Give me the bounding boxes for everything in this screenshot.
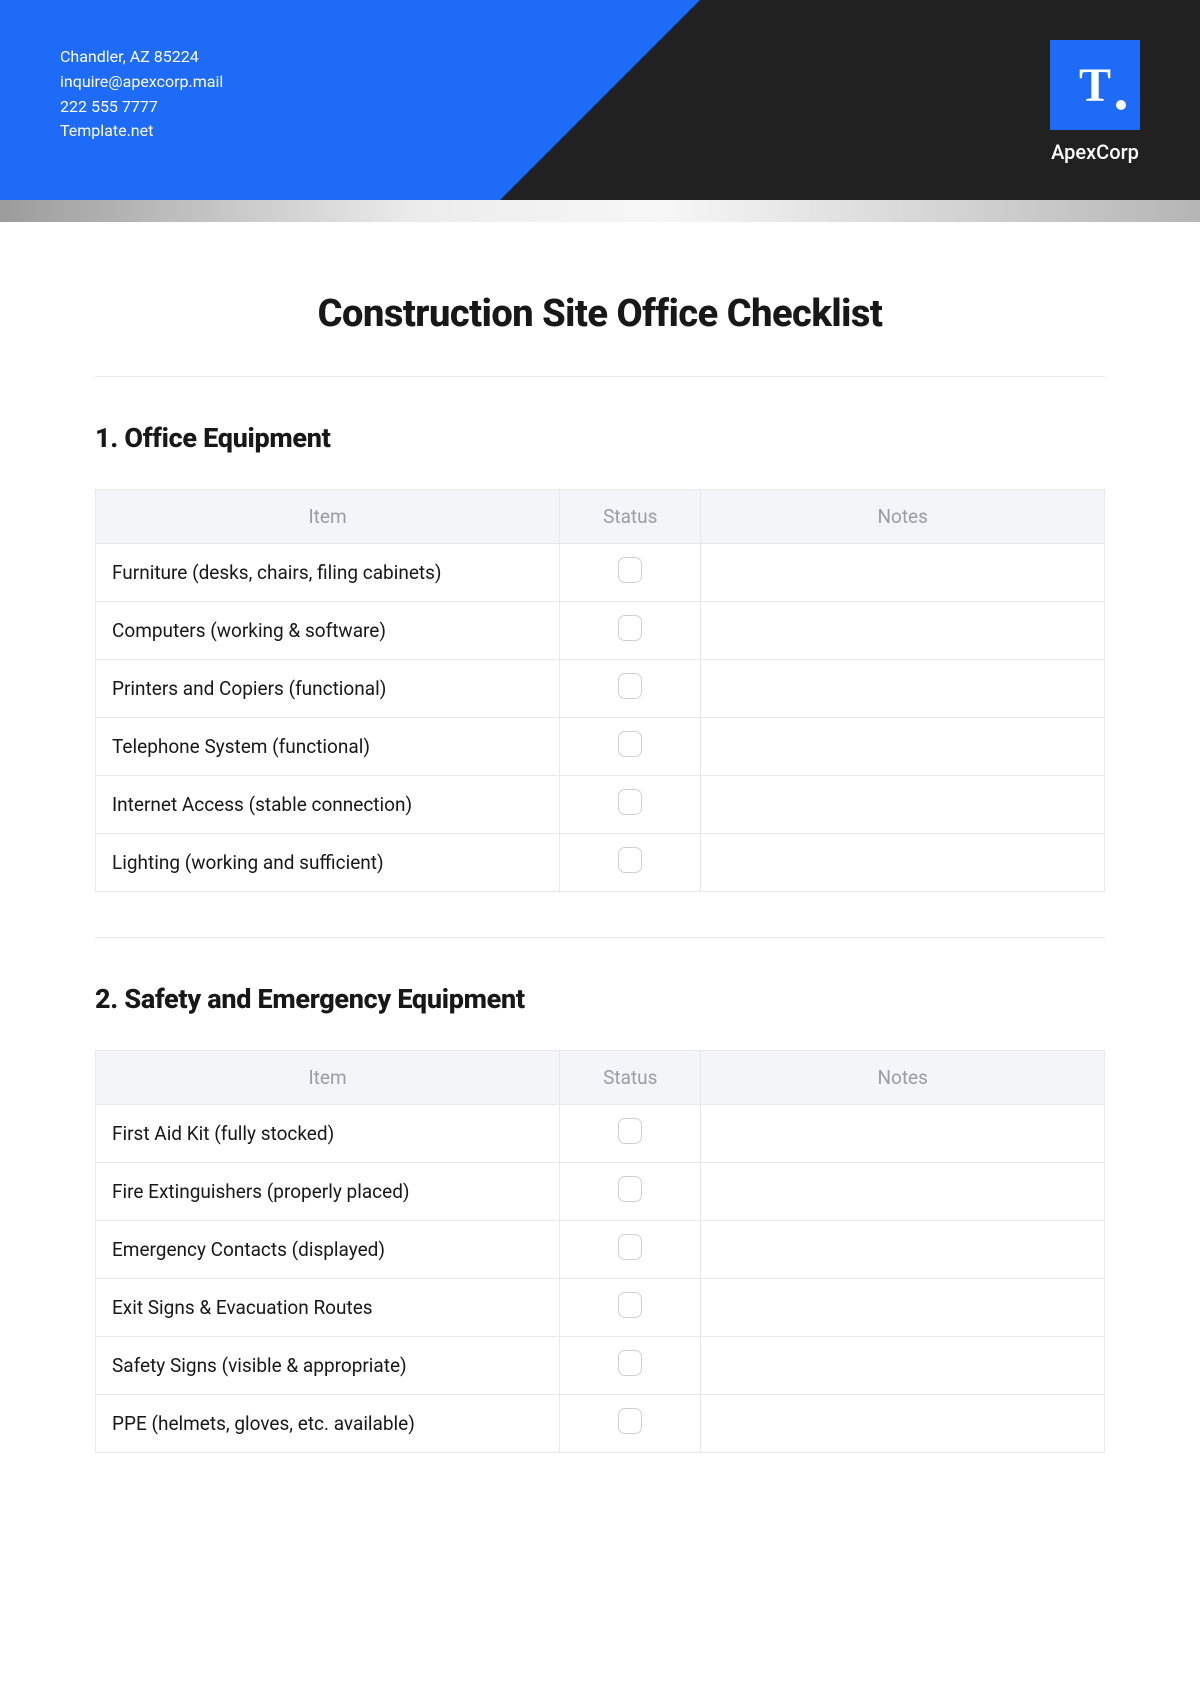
- col-item-header: Item: [96, 490, 560, 544]
- checkbox-icon[interactable]: [618, 731, 642, 757]
- page-title: Construction Site Office Checklist: [95, 292, 1105, 336]
- item-cell: Fire Extinguishers (properly placed): [96, 1163, 560, 1221]
- notes-cell[interactable]: [701, 660, 1105, 718]
- status-cell: [560, 1395, 701, 1453]
- company-name: ApexCorp: [1050, 140, 1140, 164]
- logo-dot-icon: [1116, 100, 1126, 110]
- notes-cell[interactable]: [701, 1279, 1105, 1337]
- item-cell: Furniture (desks, chairs, filing cabinet…: [96, 544, 560, 602]
- status-cell: [560, 1105, 701, 1163]
- checkbox-icon[interactable]: [618, 1176, 642, 1202]
- col-notes-header: Notes: [701, 1051, 1105, 1105]
- logo-block: T ApexCorp: [1050, 40, 1140, 164]
- table-row: Telephone System (functional): [96, 718, 1105, 776]
- item-cell: PPE (helmets, gloves, etc. available): [96, 1395, 560, 1453]
- table-header-row: Item Status Notes: [96, 490, 1105, 544]
- checkbox-icon[interactable]: [618, 1234, 642, 1260]
- status-cell: [560, 776, 701, 834]
- checkbox-icon[interactable]: [618, 615, 642, 641]
- header-address: Chandler, AZ 85224: [60, 45, 223, 70]
- table-row: Printers and Copiers (functional): [96, 660, 1105, 718]
- col-notes-header: Notes: [701, 490, 1105, 544]
- item-cell: Safety Signs (visible & appropriate): [96, 1337, 560, 1395]
- notes-cell[interactable]: [701, 602, 1105, 660]
- status-cell: [560, 544, 701, 602]
- header-banner: Chandler, AZ 85224 inquire@apexcorp.mail…: [0, 0, 1200, 200]
- item-cell: Computers (working & software): [96, 602, 560, 660]
- notes-cell[interactable]: [701, 834, 1105, 892]
- table-row: Emergency Contacts (displayed): [96, 1221, 1105, 1279]
- notes-cell[interactable]: [701, 776, 1105, 834]
- notes-cell[interactable]: [701, 1105, 1105, 1163]
- status-cell: [560, 660, 701, 718]
- table-row: Exit Signs & Evacuation Routes: [96, 1279, 1105, 1337]
- logo-letter: T: [1079, 58, 1111, 113]
- status-cell: [560, 602, 701, 660]
- status-cell: [560, 1163, 701, 1221]
- checkbox-icon[interactable]: [618, 1292, 642, 1318]
- checkbox-icon[interactable]: [618, 557, 642, 583]
- table-row: Internet Access (stable connection): [96, 776, 1105, 834]
- notes-cell[interactable]: [701, 1221, 1105, 1279]
- checkbox-icon[interactable]: [618, 1118, 642, 1144]
- col-status-header: Status: [560, 1051, 701, 1105]
- status-cell: [560, 834, 701, 892]
- title-separator: [95, 376, 1105, 377]
- status-cell: [560, 1337, 701, 1395]
- header-email: inquire@apexcorp.mail: [60, 70, 223, 95]
- item-cell: Telephone System (functional): [96, 718, 560, 776]
- table-row: PPE (helmets, gloves, etc. available): [96, 1395, 1105, 1453]
- content-area: Construction Site Office Checklist 1. Of…: [0, 222, 1200, 1453]
- table-row: Lighting (working and sufficient): [96, 834, 1105, 892]
- section-heading: 1. Office Equipment: [95, 422, 1105, 454]
- status-cell: [560, 718, 701, 776]
- section-heading: 2. Safety and Emergency Equipment: [95, 983, 1105, 1015]
- status-cell: [560, 1221, 701, 1279]
- item-cell: Emergency Contacts (displayed): [96, 1221, 560, 1279]
- checkbox-icon[interactable]: [618, 789, 642, 815]
- checklist-table: Item Status Notes First Aid Kit (fully s…: [95, 1050, 1105, 1453]
- gradient-divider: [0, 200, 1200, 222]
- logo-icon: T: [1050, 40, 1140, 130]
- item-cell: First Aid Kit (fully stocked): [96, 1105, 560, 1163]
- section-separator: [95, 937, 1105, 938]
- table-row: Computers (working & software): [96, 602, 1105, 660]
- notes-cell[interactable]: [701, 1395, 1105, 1453]
- status-cell: [560, 1279, 701, 1337]
- table-header-row: Item Status Notes: [96, 1051, 1105, 1105]
- notes-cell[interactable]: [701, 718, 1105, 776]
- col-item-header: Item: [96, 1051, 560, 1105]
- header-contact-info: Chandler, AZ 85224 inquire@apexcorp.mail…: [60, 45, 223, 144]
- notes-cell[interactable]: [701, 1163, 1105, 1221]
- item-cell: Internet Access (stable connection): [96, 776, 560, 834]
- table-row: First Aid Kit (fully stocked): [96, 1105, 1105, 1163]
- notes-cell[interactable]: [701, 544, 1105, 602]
- item-cell: Lighting (working and sufficient): [96, 834, 560, 892]
- table-row: Furniture (desks, chairs, filing cabinet…: [96, 544, 1105, 602]
- checkbox-icon[interactable]: [618, 847, 642, 873]
- header-website: Template.net: [60, 119, 223, 144]
- item-cell: Printers and Copiers (functional): [96, 660, 560, 718]
- table-row: Safety Signs (visible & appropriate): [96, 1337, 1105, 1395]
- item-cell: Exit Signs & Evacuation Routes: [96, 1279, 560, 1337]
- checkbox-icon[interactable]: [618, 1408, 642, 1434]
- checkbox-icon[interactable]: [618, 1350, 642, 1376]
- table-row: Fire Extinguishers (properly placed): [96, 1163, 1105, 1221]
- checklist-table: Item Status Notes Furniture (desks, chai…: [95, 489, 1105, 892]
- col-status-header: Status: [560, 490, 701, 544]
- notes-cell[interactable]: [701, 1337, 1105, 1395]
- checkbox-icon[interactable]: [618, 673, 642, 699]
- header-phone: 222 555 7777: [60, 95, 223, 120]
